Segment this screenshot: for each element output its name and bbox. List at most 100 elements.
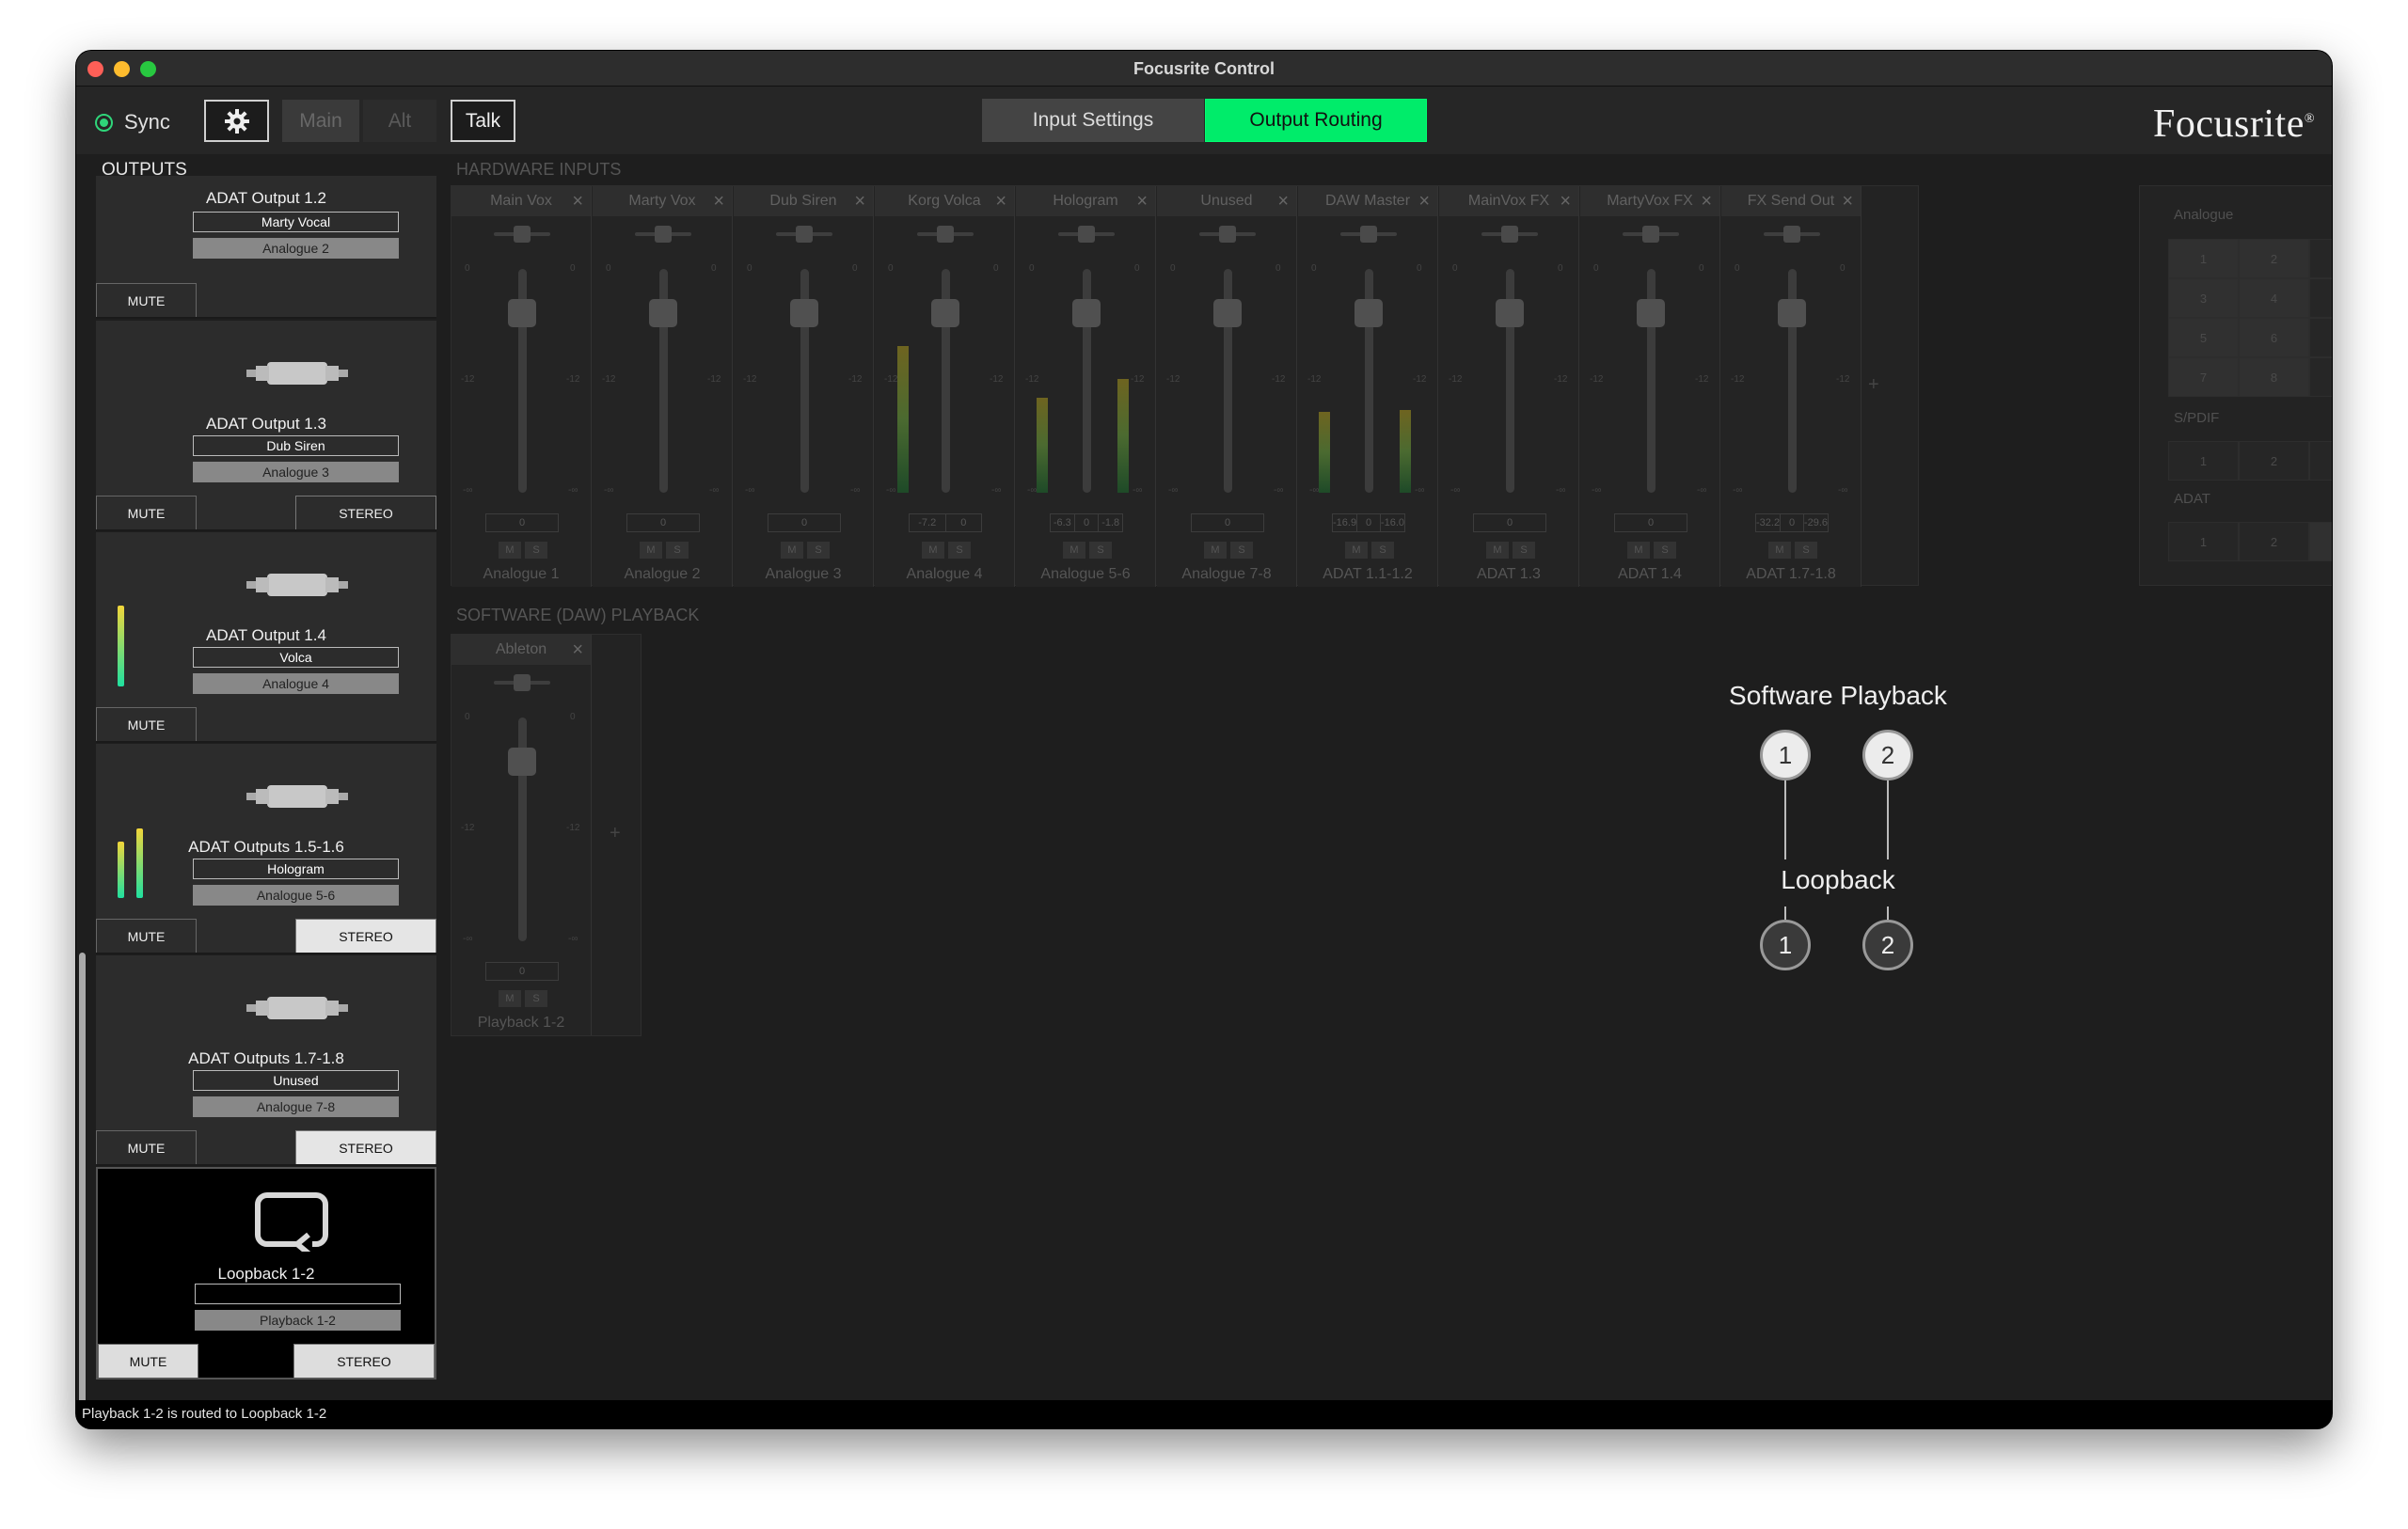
tab-output-routing[interactable]: Output Routing [1205,99,1427,142]
channel-name[interactable]: MartyVox FX × [1580,186,1719,216]
output-source-select[interactable]: Analogue 2 [193,238,399,259]
channel-mute-button[interactable]: M [781,542,803,559]
output-source-select[interactable]: Analogue 5-6 [193,885,399,906]
output-source-select[interactable]: Analogue 4 [193,673,399,694]
talk-button[interactable]: Talk [451,100,515,142]
routing-cell[interactable]: 7 - 8 [2309,357,2332,397]
close-channel-icon[interactable]: × [572,186,583,216]
channel-solo-button[interactable]: S [948,542,971,559]
channel-solo-button[interactable]: S [525,542,547,559]
close-channel-icon[interactable]: × [854,186,865,216]
channel-name[interactable]: Dub Siren × [734,186,873,216]
fader-handle[interactable] [508,748,536,776]
pan-slider[interactable] [635,226,691,243]
settings-button[interactable] [204,100,269,142]
channel-solo-button[interactable]: S [807,542,830,559]
channel-mute-button[interactable]: M [499,990,521,1007]
mixer-channel[interactable]: Korg Volca × 0 0 -12 -12 -∞ -∞ -7.2 0 M S Analogue 4 [875,186,1015,587]
channel-name[interactable]: DAW Master × [1298,186,1437,216]
fader-handle[interactable] [649,299,677,327]
fader-handle[interactable] [790,299,818,327]
pan-slider[interactable] [917,226,974,243]
channel-name[interactable]: Korg Volca × [875,186,1014,216]
mixer-channel[interactable]: Ableton × 0 0 -12 -12 -∞ -∞ 0 M S Playback 1-2 [452,635,592,1035]
channel-mute-button[interactable]: M [1345,542,1368,559]
stereo-button[interactable]: STEREO [293,1344,435,1378]
output-strip-adat-1-2[interactable]: ADAT Output 1.2 Marty Vocal Analogue 2 M… [96,176,436,319]
mixer-channel[interactable]: Hologram × 0 0 -12 -12 -∞ -∞ -6.3 0 -1.8 M S Analogue… [1016,186,1156,587]
channel-solo-button[interactable]: S [1371,542,1394,559]
channel-mute-button[interactable]: M [1486,542,1509,559]
channel-mute-button[interactable]: M [1063,542,1085,559]
mute-button[interactable]: MUTE [96,707,197,741]
channel-mute-button[interactable]: M [1768,542,1791,559]
mute-button[interactable]: MUTE [98,1344,198,1378]
routing-cell[interactable]: 1 - 2 [2309,522,2332,561]
mixer-channel[interactable]: Marty Vox × 0 0 -12 -12 -∞ -∞ 0 M S Analogue 2 [593,186,733,587]
routing-cell[interactable]: 2 [2239,239,2309,278]
channel-name[interactable]: Main Vox × [452,186,591,216]
mute-button[interactable]: MUTE [96,919,197,953]
output-strip-adat-1-5-1-6[interactable]: ADAT Outputs 1.5-1.6 Hologram Analogue 5… [96,744,436,954]
output-strip-adat-1-4[interactable]: ADAT Output 1.4 Volca Analogue 4 MUTE [96,532,436,743]
sidebar-scrollbar[interactable] [79,953,86,1411]
channel-mute-button[interactable]: M [499,542,521,559]
output-assigned-name[interactable]: Volca [193,647,399,668]
pan-slider[interactable] [494,674,550,691]
output-strip-adat-1-3[interactable]: ADAT Output 1.3 Dub Siren Analogue 3 MUT… [96,321,436,531]
channel-solo-button[interactable]: S [666,542,689,559]
output-assigned-name[interactable] [195,1284,401,1304]
add-playback-plus-icon[interactable]: + [610,823,621,844]
alt-monitor-button[interactable]: Alt [363,100,436,142]
fader-handle[interactable] [1213,299,1242,327]
pan-slider[interactable] [1058,226,1115,243]
routing-cell[interactable]: 5 [2168,318,2239,357]
channel-mute-button[interactable]: M [1204,542,1227,559]
fader-handle[interactable] [1496,299,1524,327]
pan-slider[interactable] [776,226,832,243]
mute-button[interactable]: MUTE [96,1130,197,1164]
output-source-select[interactable]: Playback 1-2 [195,1310,401,1331]
output-source-select[interactable]: Analogue 3 [193,462,399,482]
pan-slider[interactable] [1340,226,1397,243]
routing-cell[interactable]: 3 [2168,278,2239,318]
close-channel-icon[interactable]: × [713,186,724,216]
channel-mute-button[interactable]: M [1627,542,1650,559]
channel-solo-button[interactable]: S [1089,542,1112,559]
routing-cell[interactable]: 2 [2239,522,2309,561]
channel-name[interactable]: MainVox FX × [1439,186,1578,216]
fader-handle[interactable] [1354,299,1383,327]
channel-solo-button[interactable]: S [1795,542,1817,559]
fader-handle[interactable] [931,299,959,327]
routing-cell[interactable]: 1 - 2 [2309,239,2332,278]
output-assigned-name[interactable]: Marty Vocal [193,212,399,232]
channel-solo-button[interactable]: S [1230,542,1253,559]
fader-handle[interactable] [508,299,536,327]
close-channel-icon[interactable]: × [1418,186,1430,216]
stereo-button[interactable]: STEREO [295,919,436,953]
output-strip-adat-1-7-1-8[interactable]: ADAT Outputs 1.7-1.8 Unused Analogue 7-8… [96,955,436,1166]
mixer-channel[interactable]: Main Vox × 0 0 -12 -12 -∞ -∞ 0 M S Analogue 1 [452,186,592,587]
routing-cell[interactable]: 3 - 4 [2309,278,2332,318]
close-channel-icon[interactable]: × [995,186,1006,216]
pan-slider[interactable] [494,226,550,243]
routing-cell[interactable]: 2 [2239,441,2309,481]
mixer-channel[interactable]: Unused × 0 0 -12 -12 -∞ -∞ 0 M S Analogue 7-8 [1157,186,1297,587]
close-channel-icon[interactable]: × [1560,186,1571,216]
output-assigned-name[interactable]: Dub Siren [193,435,399,456]
routing-cell[interactable]: 1 - 2 [2309,441,2332,481]
mixer-channel[interactable]: Dub Siren × 0 0 -12 -12 -∞ -∞ 0 M S Analogue 3 [734,186,874,587]
pan-slider[interactable] [1623,226,1679,243]
mixer-channel[interactable]: DAW Master × 0 0 -12 -12 -∞ -∞ -16.9 0 -16.0 M S ADAT… [1298,186,1438,587]
channel-solo-button[interactable]: S [1513,542,1535,559]
mute-button[interactable]: MUTE [96,496,197,529]
channel-solo-button[interactable]: S [1654,542,1676,559]
channel-mute-button[interactable]: M [922,542,944,559]
routing-cell[interactable]: 6 [2239,318,2309,357]
close-channel-icon[interactable]: × [1136,186,1148,216]
mixer-channel[interactable]: MainVox FX × 0 0 -12 -12 -∞ -∞ 0 M S ADAT 1.3 [1439,186,1579,587]
routing-cell[interactable]: 1 [2168,239,2239,278]
output-strip-loopback-1-2[interactable]: Loopback 1-2 Playback 1-2 MUTE STEREO [96,1167,436,1379]
close-channel-icon[interactable]: × [1277,186,1289,216]
tab-input-settings[interactable]: Input Settings [982,99,1204,142]
